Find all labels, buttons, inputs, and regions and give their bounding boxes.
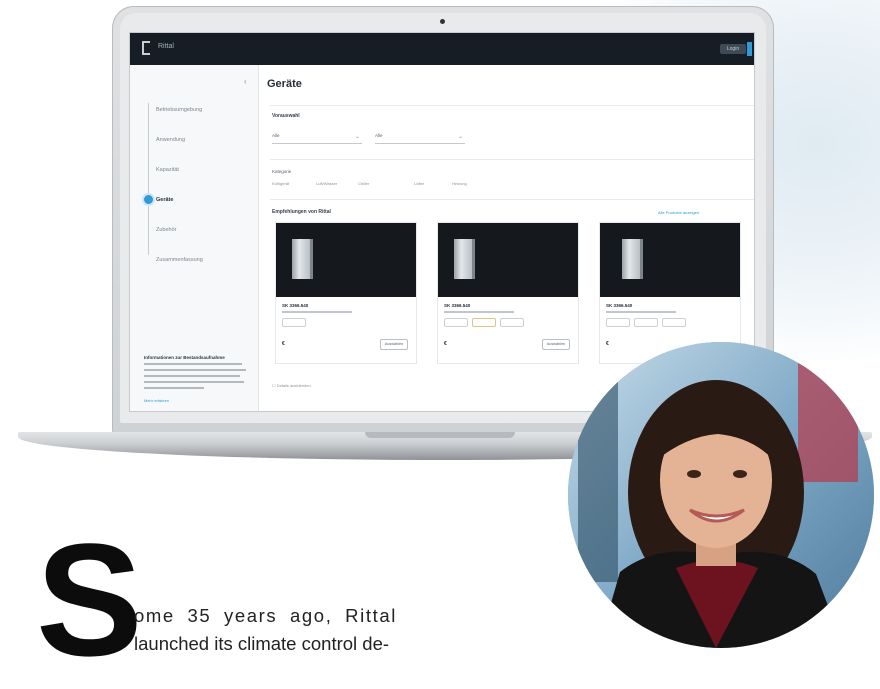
details-checkbox[interactable]: ☐ Details ausblenden (272, 383, 311, 388)
product-subtitle-line (444, 311, 514, 313)
app-label: Rittal (158, 43, 174, 50)
filter-chip[interactable]: Kühlgerät (272, 181, 289, 186)
product-name: SK 3366.540 (282, 303, 309, 308)
step-2[interactable]: Anwendung (156, 137, 185, 143)
chevron-down-icon: ⌄ (457, 134, 463, 140)
select-2-value: Alle (375, 133, 383, 138)
step-6[interactable]: Zusammenfassung (156, 257, 203, 263)
divider (270, 159, 754, 160)
info-title: Informationen zur Bestandsaufnahme (144, 355, 225, 360)
webcam (440, 19, 445, 24)
page-title: Geräte (267, 78, 302, 90)
select-product-button[interactable]: Auswählen (542, 339, 570, 350)
filter-chip[interactable]: Luft/Wasser (316, 181, 337, 186)
product-tag (606, 318, 630, 327)
product-tag (662, 318, 686, 327)
filter-chip[interactable]: Chiller (358, 181, 369, 186)
details-checkbox-label: Details ausblenden (276, 383, 311, 388)
filter-chip[interactable]: Heizung (452, 181, 467, 186)
lead-line: ome 35 years ago, Rittal (134, 605, 397, 626)
lead-line: launched its climate control de- (134, 633, 390, 654)
chevron-down-icon: ⌄ (354, 134, 360, 140)
active-step-indicator (144, 195, 153, 204)
enclosure-illustration (454, 239, 472, 279)
product-tag (500, 318, 524, 327)
article-lead: ome 35 years ago, Rittal launched its cl… (134, 602, 397, 658)
product-name: SK 3366.540 (444, 303, 471, 308)
product-subtitle-line (282, 311, 352, 313)
enclosure-illustration (622, 239, 640, 279)
product-tag (472, 318, 496, 327)
product-subtitle-line (606, 311, 676, 313)
drop-cap: S (36, 510, 143, 689)
product-tag (634, 318, 658, 327)
product-image (600, 223, 740, 297)
enclosure-illustration (292, 239, 310, 279)
product-tag (444, 318, 468, 327)
info-text-line (144, 369, 246, 371)
account-accent (747, 42, 752, 56)
step-4[interactable]: Geräte (156, 197, 173, 203)
info-text-line (144, 387, 204, 389)
filter-chip[interactable]: Lüfter (414, 181, 424, 186)
divider (270, 199, 754, 200)
portrait-photo (568, 342, 874, 648)
filter-section-title: Vorauswahl (272, 113, 300, 119)
collapse-icon[interactable]: ‹ (244, 77, 247, 86)
product-card[interactable]: SK 3366.540 € Auswählen (276, 223, 416, 363)
step-3[interactable]: Kapazität (156, 167, 179, 173)
info-text-line (144, 381, 244, 383)
product-price: € (606, 341, 609, 347)
info-link[interactable]: Mehr erfahren (144, 398, 169, 403)
select-product-button[interactable]: Auswählen (380, 339, 408, 350)
product-image (438, 223, 578, 297)
all-products-link[interactable]: Alle Produkte anzeigen (658, 210, 699, 215)
product-tag (282, 318, 306, 327)
info-text-line (144, 363, 242, 365)
divider (270, 105, 754, 106)
woman-portrait-illustration (568, 342, 874, 648)
product-name: SK 3366.540 (606, 303, 633, 308)
rittal-logo-icon[interactable] (142, 41, 150, 55)
select-1[interactable]: Alle ⌄ (272, 133, 362, 144)
app-topbar: Rittal Login (130, 33, 754, 65)
product-card[interactable]: SK 3366.540 € Auswählen (438, 223, 578, 363)
wizard-sidebar: ‹ Betriebsumgebung Anwendung Kapazität G… (130, 65, 259, 411)
filter-label: Kategorie (272, 169, 292, 174)
info-text-line (144, 375, 240, 377)
step-5[interactable]: Zubehör (156, 227, 177, 233)
step-1[interactable]: Betriebsumgebung (156, 107, 202, 113)
product-image (276, 223, 416, 297)
account-button[interactable]: Login (720, 44, 746, 54)
steps-line (148, 103, 149, 255)
select-2[interactable]: Alle ⌄ (375, 133, 465, 144)
laptop-notch (365, 432, 515, 438)
product-price: € (444, 341, 447, 347)
product-price: € (282, 341, 285, 347)
products-section-title: Empfehlungen von Rittal (272, 209, 331, 215)
select-1-value: Alle (272, 133, 280, 138)
